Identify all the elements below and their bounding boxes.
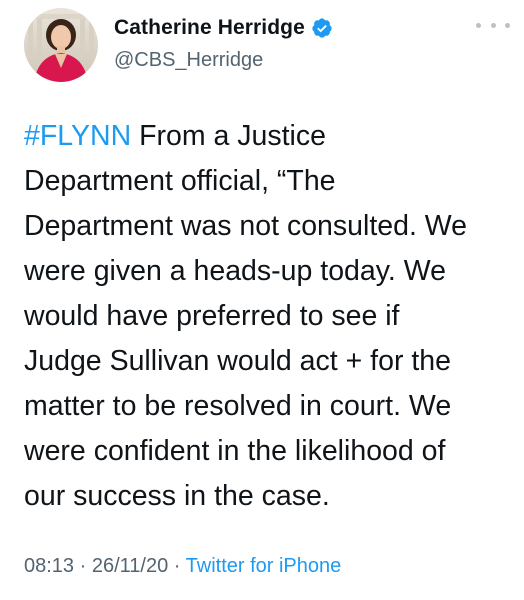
- tweet-card: Catherine Herridge @CBS_Herridge #FLYNN …: [0, 0, 524, 600]
- tweet-line-text: From a Justice: [131, 120, 326, 152]
- hashtag-link[interactable]: #FLYNN: [24, 120, 131, 152]
- more-options-icon[interactable]: [476, 14, 510, 36]
- meta-separator: ·: [168, 555, 186, 577]
- verified-badge-icon: [311, 17, 333, 39]
- author-display-name[interactable]: Catherine Herridge: [114, 16, 305, 40]
- tweet-text: #FLYNN From a Justice Department officia…: [24, 114, 514, 519]
- tweet-time[interactable]: 08:13: [24, 555, 74, 577]
- tweet-line: our success in the case.: [24, 480, 330, 512]
- more-dot: [505, 22, 510, 28]
- tweet-line: Department was not consulted. We: [24, 210, 468, 242]
- tweet-line: matter to be resolved in court. We: [24, 390, 452, 422]
- tweet-line: were confident in the likelihood of: [24, 435, 446, 467]
- author-name-row: Catherine Herridge: [114, 16, 333, 40]
- author-handle[interactable]: @CBS_Herridge: [114, 49, 263, 72]
- tweet-line: Department official, “The: [24, 165, 336, 197]
- tweet-date[interactable]: 26/11/20: [92, 555, 168, 577]
- more-dot: [490, 22, 496, 28]
- tweet-line: were given a heads-up today. We: [24, 255, 446, 287]
- more-dot: [476, 22, 481, 28]
- avatar-photo: [24, 8, 98, 82]
- meta-separator: ·: [74, 555, 92, 577]
- avatar[interactable]: [24, 8, 98, 82]
- tweet-line: would have preferred to see if: [24, 300, 400, 332]
- tweet-line: Judge Sullivan would act + for the: [24, 345, 451, 377]
- tweet-meta: 08:13 · 26/11/20 · Twitter for iPhone: [24, 555, 341, 578]
- tweet-source-link[interactable]: Twitter for iPhone: [186, 555, 342, 577]
- tweet-line: #FLYNN From a Justice: [24, 114, 514, 159]
